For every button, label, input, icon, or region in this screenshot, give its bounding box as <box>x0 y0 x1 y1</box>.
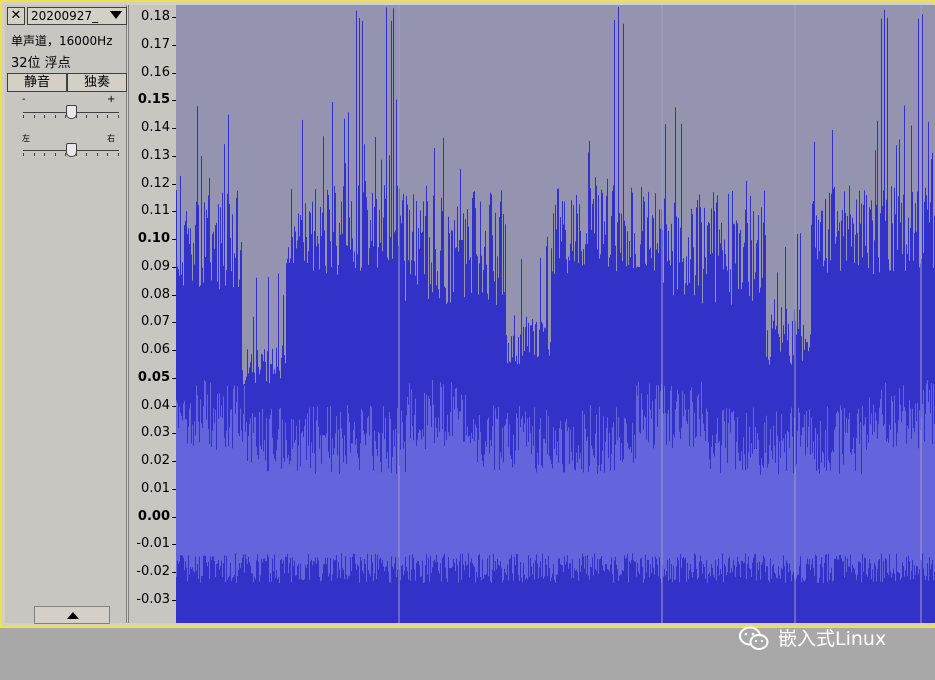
ruler-label: 0.03 <box>141 425 170 441</box>
ruler-label: -0.03 <box>136 591 170 607</box>
close-track-button[interactable]: ✕ <box>7 7 25 25</box>
format-info: 32位 浮点 <box>11 56 71 71</box>
track-menu-button[interactable]: 20200927_ <box>27 7 127 25</box>
ruler-label: 0.13 <box>141 147 170 163</box>
ruler-label: 0.12 <box>141 175 170 191</box>
watermark-text: 嵌入式Linux <box>778 628 887 650</box>
ruler-label: 0.16 <box>141 64 170 80</box>
ruler-label: 0.01 <box>141 480 170 496</box>
pan-slider[interactable] <box>23 143 119 159</box>
collapse-track-button[interactable] <box>34 606 110 624</box>
audio-track[interactable]: ✕ 20200927_ 单声道，16000Hz 32位 浮点 静音 独奏 - +… <box>0 0 935 628</box>
ruler-label: -0.02 <box>136 564 170 579</box>
track-control-panel[interactable]: ✕ 20200927_ 单声道，16000Hz 32位 浮点 静音 独奏 - +… <box>5 5 128 624</box>
ruler-label: 0.11 <box>141 203 170 219</box>
ruler-label: 0.00 <box>137 508 170 524</box>
ruler-label: 0.04 <box>141 397 170 413</box>
gain-minus-label: - <box>22 94 26 105</box>
track-name-bar: ✕ 20200927_ <box>7 7 128 25</box>
waveform-display[interactable] <box>176 5 935 623</box>
gain-plus-label: + <box>107 94 116 105</box>
gain-slider[interactable] <box>23 105 119 121</box>
ruler-label: 0.08 <box>141 286 170 302</box>
ruler-label: 0.10 <box>137 231 170 246</box>
solo-button[interactable]: 独奏 <box>67 73 127 92</box>
ruler-label: -0.01 <box>136 536 170 552</box>
ruler-label: 0.02 <box>141 453 170 468</box>
ruler-label: 0.05 <box>137 369 170 385</box>
ruler-label: 0.17 <box>141 36 170 52</box>
ruler-label: 0.15 <box>137 92 170 108</box>
ruler-label: 0.07 <box>141 314 170 330</box>
channel-info: 单声道，16000Hz <box>11 34 113 48</box>
wechat-icon <box>739 626 769 650</box>
amplitude-ruler: 0.18 0.17 0.16 0.15 0.14 0.13 0.12 0.11 0.10 0.09… <box>128 5 176 623</box>
mute-button[interactable]: 静音 <box>7 73 67 92</box>
dropdown-arrow-icon <box>110 11 122 19</box>
ruler-label: 0.06 <box>141 342 170 357</box>
ruler-label: 0.14 <box>141 120 170 135</box>
ruler-label: 0.09 <box>141 258 170 274</box>
collapse-up-icon <box>67 612 79 619</box>
ruler-label: 0.18 <box>141 9 170 24</box>
track-name: 20200927_ <box>31 9 99 23</box>
